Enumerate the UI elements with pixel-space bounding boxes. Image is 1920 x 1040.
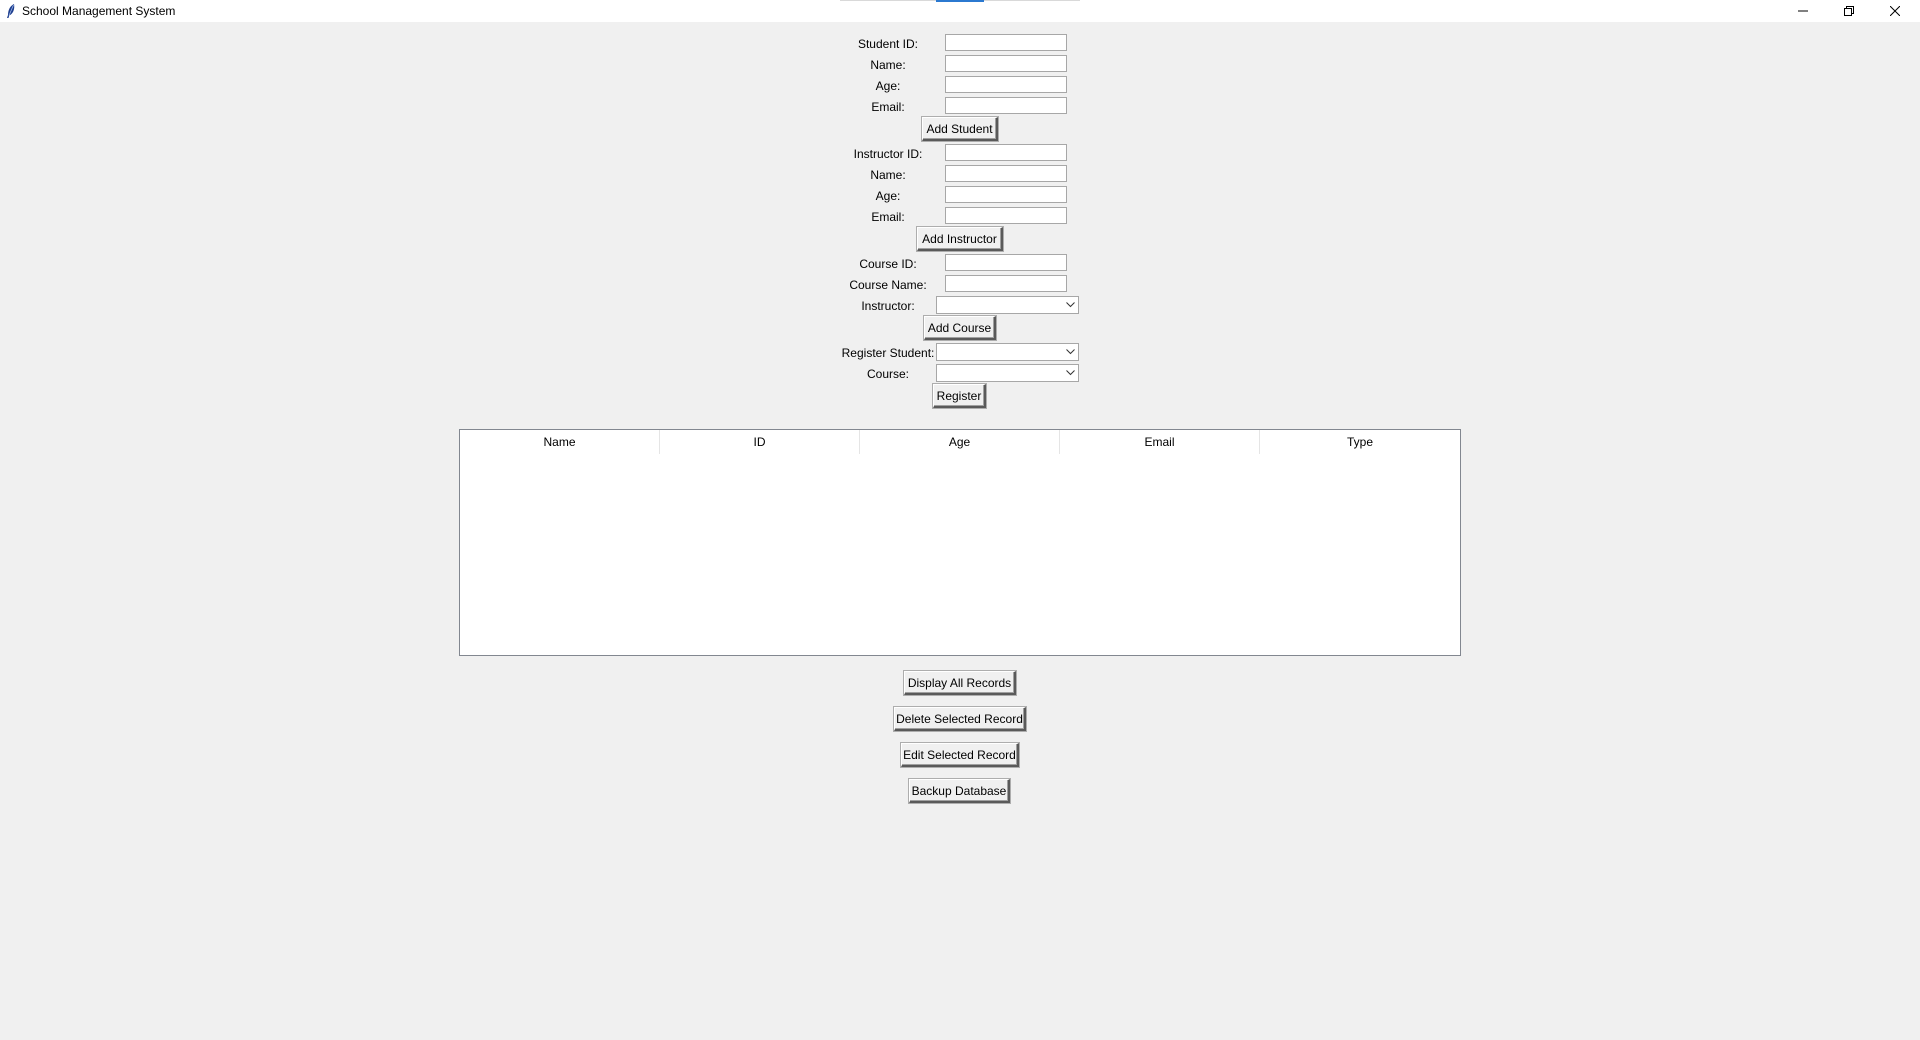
column-header-type[interactable]: Type bbox=[1260, 430, 1460, 454]
instructor-name-input[interactable] bbox=[945, 165, 1067, 182]
course-id-label: Course ID: bbox=[859, 257, 917, 271]
instructor-age-label: Age: bbox=[875, 189, 901, 203]
instructor-id-label: Instructor ID: bbox=[853, 147, 923, 161]
course-instructor-select[interactable] bbox=[936, 296, 1079, 314]
student-age-label: Age: bbox=[875, 79, 901, 93]
close-button[interactable] bbox=[1872, 0, 1918, 22]
chevron-down-icon bbox=[1066, 302, 1075, 308]
chevron-down-icon bbox=[1066, 370, 1075, 376]
register-student-label: Register Student: bbox=[841, 346, 935, 360]
taskbar-preview-indicator bbox=[936, 0, 984, 2]
column-header-age[interactable]: Age bbox=[860, 430, 1060, 454]
delete-selected-record-button[interactable]: Delete Selected Record bbox=[894, 707, 1026, 731]
register-course-select[interactable] bbox=[936, 364, 1079, 382]
register-student-select[interactable] bbox=[936, 343, 1079, 361]
close-icon bbox=[1890, 6, 1900, 16]
add-instructor-button[interactable]: Add Instructor bbox=[917, 227, 1003, 251]
table-header: Name ID Age Email Type bbox=[460, 430, 1460, 454]
course-name-input[interactable] bbox=[945, 275, 1067, 292]
student-id-input[interactable] bbox=[945, 34, 1067, 51]
minimize-icon bbox=[1798, 10, 1808, 12]
display-all-records-button[interactable]: Display All Records bbox=[904, 671, 1016, 695]
restore-button[interactable] bbox=[1826, 0, 1872, 22]
register-button[interactable]: Register bbox=[933, 384, 986, 408]
instructor-age-input[interactable] bbox=[945, 186, 1067, 203]
instructor-id-input[interactable] bbox=[945, 144, 1067, 161]
feather-icon bbox=[6, 3, 16, 19]
add-course-button[interactable]: Add Course bbox=[924, 316, 996, 340]
backup-database-button[interactable]: Backup Database bbox=[909, 779, 1010, 803]
student-name-input[interactable] bbox=[945, 55, 1067, 72]
student-email-label: Email: bbox=[871, 100, 905, 114]
column-header-id[interactable]: ID bbox=[660, 430, 860, 454]
column-header-name[interactable]: Name bbox=[460, 430, 660, 454]
window-title: School Management System bbox=[22, 4, 176, 18]
register-course-label: Course: bbox=[866, 367, 910, 381]
column-header-email[interactable]: Email bbox=[1060, 430, 1260, 454]
edit-selected-record-button[interactable]: Edit Selected Record bbox=[901, 743, 1019, 767]
student-id-label: Student ID: bbox=[857, 37, 919, 51]
course-id-input[interactable] bbox=[945, 254, 1067, 271]
course-name-label: Course Name: bbox=[849, 278, 927, 292]
student-email-input[interactable] bbox=[945, 97, 1067, 114]
instructor-name-label: Name: bbox=[870, 168, 906, 182]
title-bar: School Management System bbox=[0, 0, 1920, 22]
instructor-email-input[interactable] bbox=[945, 207, 1067, 224]
minimize-button[interactable] bbox=[1780, 0, 1826, 22]
student-age-input[interactable] bbox=[945, 76, 1067, 93]
chevron-down-icon bbox=[1066, 349, 1075, 355]
instructor-email-label: Email: bbox=[871, 210, 905, 224]
course-instructor-label: Instructor: bbox=[861, 299, 915, 313]
student-name-label: Name: bbox=[870, 58, 906, 72]
add-student-button[interactable]: Add Student bbox=[922, 117, 998, 141]
records-table[interactable]: Name ID Age Email Type bbox=[459, 429, 1461, 656]
restore-icon bbox=[1844, 6, 1854, 16]
